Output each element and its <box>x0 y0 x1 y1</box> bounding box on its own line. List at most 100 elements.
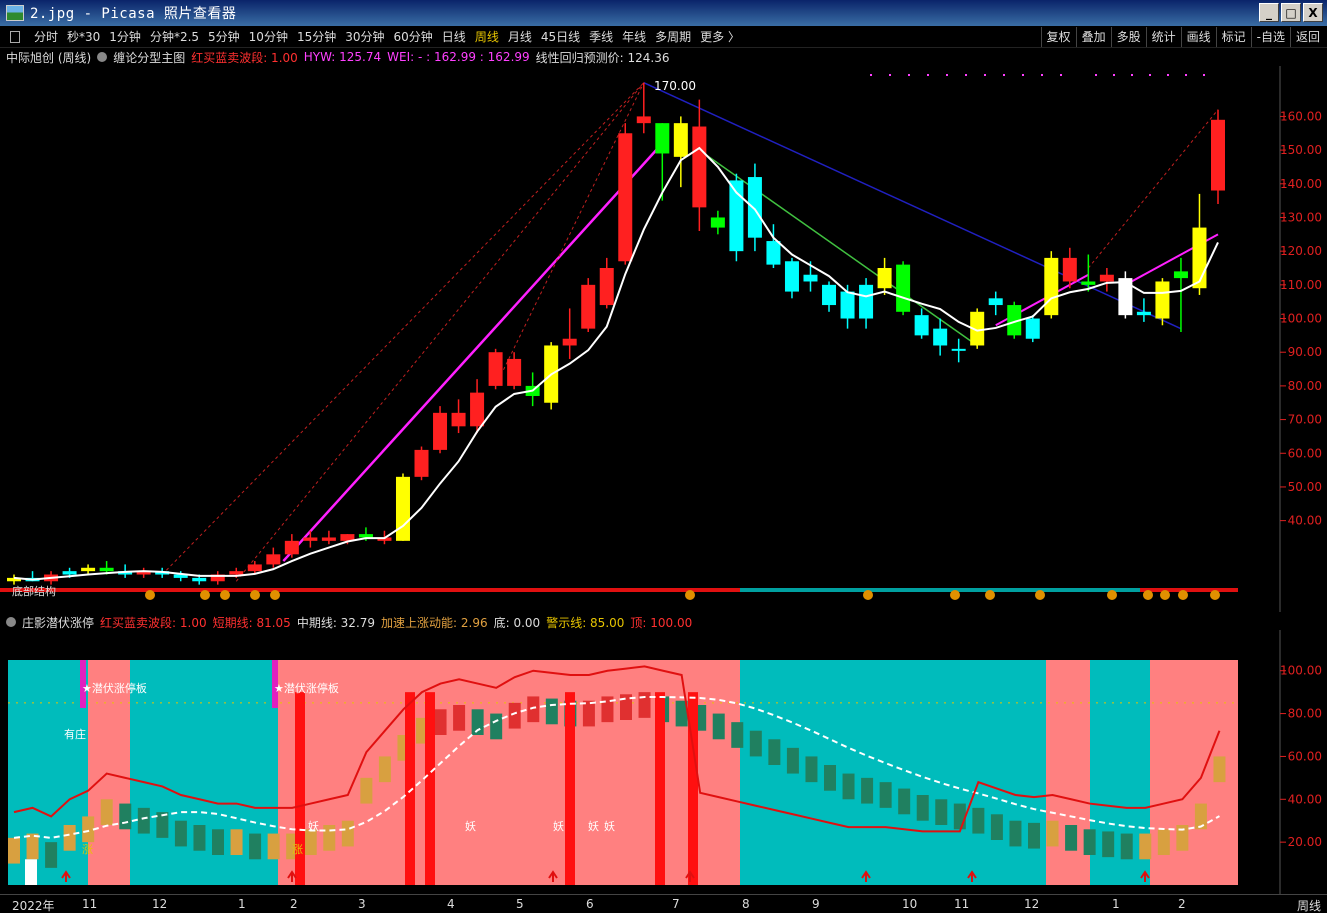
sub-bar <box>8 837 20 864</box>
sub-bar <box>861 777 874 804</box>
date-tick-label: 12 <box>1024 897 1040 911</box>
zone-background <box>1046 660 1090 885</box>
candle-body <box>1025 318 1040 339</box>
sub-bar <box>434 709 447 735</box>
main-candlestick-chart[interactable]: 160.00 150.00 140.00 130.00 120.00 110.00 100.… <box>0 66 1327 612</box>
date-tick-label: 2022年 <box>12 899 55 913</box>
candle-body <box>933 328 948 346</box>
tool-button-1[interactable]: 叠加 <box>1075 27 1111 47</box>
candle-body <box>581 284 596 329</box>
minimize-button[interactable]: _ <box>1259 3 1279 22</box>
window-controls: _ □ X <box>1259 3 1323 22</box>
period-tab-2[interactable]: 1分钟 <box>109 28 141 45</box>
signal-dot <box>1041 74 1043 76</box>
sub-bar <box>212 829 224 855</box>
candle-body <box>1155 281 1170 319</box>
candle-body <box>1192 227 1207 289</box>
warn-value: 警示线: 85.00 <box>546 615 625 630</box>
indicator-toggle-icon[interactable] <box>97 52 108 62</box>
sub-tick-label: 100.00 <box>1280 664 1322 678</box>
period-toolbar: 分时 秒*30 1分钟 分钟*2.5 5分钟 10分钟 15分钟 30分钟 60分钟 日线 周线 月线… <box>0 26 1327 48</box>
sub-bar <box>582 700 595 727</box>
sub-bar <box>545 698 558 725</box>
signal-strip-cyan <box>740 588 1140 592</box>
period-tab-9[interactable]: 日线 <box>442 28 466 45</box>
sub-bar <box>1139 833 1152 860</box>
tool-button-6[interactable]: -自选 <box>1250 27 1290 47</box>
candle-body <box>358 534 373 538</box>
period-tab-0[interactable]: 分时 <box>34 28 58 45</box>
period-tab-1[interactable]: 秒*30 <box>67 28 100 45</box>
sub-zone-backgrounds <box>8 660 1238 885</box>
signal-dot <box>1113 74 1115 76</box>
sub-bar <box>953 803 966 830</box>
panel-toggle-icon[interactable] <box>10 30 20 43</box>
sub-bar <box>916 795 929 821</box>
sub-annotation-label: 妖 <box>604 819 615 833</box>
sub-indicator-name[interactable]: 庄影潜伏涨停 <box>22 614 94 631</box>
tool-button-5[interactable]: 标记 <box>1215 27 1251 47</box>
sub-indicator-toggle-icon[interactable] <box>6 617 16 627</box>
candle-body <box>321 537 336 541</box>
candle-body <box>229 571 244 575</box>
period-tab-16[interactable]: 更多 〉 <box>700 28 740 45</box>
tool-button-7[interactable]: 返回 <box>1289 27 1325 47</box>
candle-body <box>451 412 466 427</box>
sub-info-line: 庄影潜伏涨停 红买蓝卖波段: 1.00 短期线: 81.05 中期线: 32.7… <box>6 614 692 630</box>
date-tick-label: 1 <box>1112 897 1120 911</box>
period-tab-4[interactable]: 5分钟 <box>208 28 240 45</box>
sub-annotation-label: 有庄 <box>64 727 86 741</box>
signal-marker-icon <box>985 590 995 600</box>
sub-annotation-label: 妖 <box>553 819 564 833</box>
date-tick-label: 11 <box>954 897 970 911</box>
stock-name[interactable]: 中际旭创 (周线) <box>6 49 91 66</box>
tool-button-0[interactable]: 复权 <box>1040 27 1076 47</box>
sub-bar <box>1046 820 1059 847</box>
period-tab-14[interactable]: 年线 <box>622 28 646 45</box>
date-tick-label: 1 <box>238 897 246 911</box>
date-tick-label: 7 <box>672 897 680 911</box>
candle-body <box>192 577 207 582</box>
current-period-label[interactable]: 周线 <box>1297 897 1321 913</box>
tool-button-4[interactable]: 画线 <box>1180 27 1216 47</box>
candle-body <box>1136 311 1151 316</box>
sub-tick-label: 40.00 <box>1288 792 1322 806</box>
candle-body <box>1118 278 1133 316</box>
sub-indicator-chart[interactable]: 100.00 80.00 60.00 40.00 20.00 ★潜伏涨停板 ★潜伏涨停板有… <box>0 630 1327 894</box>
period-tab-13[interactable]: 季线 <box>589 28 613 45</box>
window-titlebar: 2.jpg - Picasa 照片查看器 _ □ X <box>0 0 1327 26</box>
close-button[interactable]: X <box>1303 3 1323 22</box>
period-tab-10[interactable]: 周线 <box>475 28 499 45</box>
tool-button-3[interactable]: 统计 <box>1145 27 1181 47</box>
fan-line <box>235 82 645 582</box>
signal-dot <box>1131 74 1133 76</box>
zone-background <box>740 660 1046 885</box>
sub-tick-label: 20.00 <box>1288 835 1322 849</box>
sub-bar <box>1213 756 1226 783</box>
accel-value: 加速上涨动能: 2.96 <box>381 615 488 630</box>
period-tab-7[interactable]: 30分钟 <box>345 28 384 45</box>
period-tab-11[interactable]: 月线 <box>508 28 532 45</box>
period-tab-8[interactable]: 60分钟 <box>394 28 433 45</box>
period-tab-6[interactable]: 15分钟 <box>297 28 336 45</box>
candle-body <box>266 554 281 565</box>
signal-marker-icon <box>950 590 960 600</box>
period-tab-5[interactable]: 10分钟 <box>249 28 288 45</box>
date-tick-label: 6 <box>586 897 594 911</box>
signal-dot <box>1203 74 1205 76</box>
signal-marker-icon <box>685 590 695 600</box>
main-candles <box>7 82 1225 585</box>
price-tick-label: 120.00 <box>1280 244 1322 258</box>
date-tick-label: 4 <box>447 897 455 911</box>
main-indicator-name[interactable]: 缠论分型主图 <box>113 49 185 66</box>
tool-button-2[interactable]: 多股 <box>1110 27 1146 47</box>
period-tab-15[interactable]: 多周期 <box>655 28 691 45</box>
date-tick-label: 11 <box>82 897 98 911</box>
sub-bar <box>1102 831 1115 858</box>
sub-bar <box>26 833 39 860</box>
candle-body <box>470 392 485 427</box>
period-tab-12[interactable]: 45日线 <box>541 28 580 45</box>
period-tab-3[interactable]: 分钟*2.5 <box>150 28 199 45</box>
maximize-button[interactable]: □ <box>1281 3 1301 22</box>
sub-bar <box>249 833 262 860</box>
